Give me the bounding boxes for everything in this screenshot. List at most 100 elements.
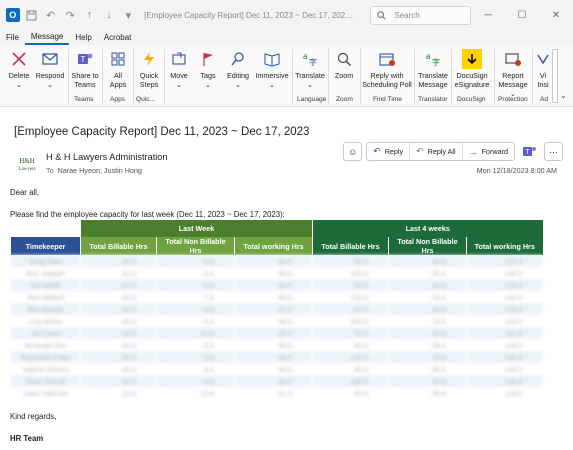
hours-cell: 6.5 xyxy=(156,339,235,351)
close-button[interactable]: ✕ xyxy=(539,0,573,30)
next-item-icon[interactable]: ↓ xyxy=(101,7,116,23)
search-input[interactable]: Search xyxy=(370,5,471,25)
hours-cell: 38.5 xyxy=(234,351,313,363)
viva-insights-button[interactable]: Vi Insi xyxy=(534,49,552,89)
reaction-emoji-icon[interactable]: ☺ xyxy=(343,142,363,161)
quick-steps-label: Quick Steps xyxy=(139,71,159,89)
table-row: Greg Stan 25.0 8.5 33.5 92.0 30.0 122.0 xyxy=(10,255,543,267)
hours-cell: 142.0 xyxy=(466,291,543,303)
zoom-button[interactable]: Zoom xyxy=(332,49,356,80)
hours-cell: 96.0 xyxy=(312,363,389,375)
hours-cell: 122.5 xyxy=(466,315,543,327)
hours-cell: 30.5 xyxy=(388,363,467,375)
hours-cell: 30.0 xyxy=(388,255,467,267)
report-message-button[interactable]: Report Message ⌄ xyxy=(496,49,530,98)
svg-text:Lawyers: Lawyers xyxy=(18,167,35,172)
recipients[interactable]: Narae Hyeon; Justin Hong xyxy=(58,166,142,175)
redo-icon[interactable]: ↷ xyxy=(62,7,77,23)
table-row: Shan Ferrell 30.0 4.5 34.5 108.0 22.0 130.0 xyxy=(10,375,543,387)
col-timekeeper: Timekeeper xyxy=(10,237,81,255)
immersive-button[interactable]: Immersive ⌄ xyxy=(255,49,289,89)
all-apps-button[interactable]: All Apps xyxy=(106,49,130,89)
last-4-weeks-header: Last 4 weeks xyxy=(312,220,543,237)
col-4w-non-billable: Total Non Billable Hrs xyxy=(388,237,467,255)
hours-cell: 31.5 xyxy=(234,387,313,399)
hours-cell: 118.0 xyxy=(466,339,543,351)
group-protection-label: Protection xyxy=(498,96,528,103)
hours-cell: 34.5 xyxy=(234,315,313,327)
forward-button[interactable]: → Forward xyxy=(463,143,514,160)
group-ad-label: Ad xyxy=(540,96,549,103)
translator-icon: a字 xyxy=(423,49,443,69)
teams-share-icon[interactable]: T xyxy=(521,143,538,160)
hours-cell: 120.5 xyxy=(466,303,543,315)
ribbon-scrollbar[interactable] xyxy=(552,49,558,103)
menu-help[interactable]: Help xyxy=(69,30,97,45)
greeting: Dear all, xyxy=(10,188,40,197)
save-icon[interactable] xyxy=(24,7,39,23)
hours-cell: 140.5 xyxy=(466,351,543,363)
apps-grid-icon xyxy=(108,49,128,69)
lightning-icon xyxy=(139,49,159,69)
table-row: Eric Joseph 31.0 4.0 35.0 110.5 20.0 130.5 xyxy=(10,267,543,279)
sender-name[interactable]: H & H Lawyers Administration xyxy=(46,152,168,162)
undo-icon[interactable]: ↶ xyxy=(43,7,58,23)
report-message-label: Report Message xyxy=(498,71,528,89)
col-lw-non-billable: Total Non Billable Hrs xyxy=(156,237,235,255)
hours-cell: 11.0 xyxy=(156,327,235,339)
sender-logo: H&H Lawyers xyxy=(16,154,38,174)
customize-toolbar-icon[interactable]: ▾ xyxy=(121,7,136,23)
tags-button[interactable]: Tags ⌄ xyxy=(198,49,218,89)
hours-cell: 33.0 xyxy=(388,303,467,315)
docusign-icon xyxy=(462,49,482,69)
hours-cell: 25.0 xyxy=(80,255,157,267)
docusign-button[interactable]: DocuSign eSignature xyxy=(453,49,491,89)
hours-cell: 111.0 xyxy=(466,327,543,339)
menu-acrobat[interactable]: Acrobat xyxy=(98,30,138,45)
hours-cell: 19.5 xyxy=(388,315,467,327)
reply-button[interactable]: ↶ Reply xyxy=(367,143,411,160)
translate-message-button[interactable]: a字 Translate Message xyxy=(417,49,449,89)
respond-label: Respond xyxy=(35,71,65,80)
editing-label: Editing xyxy=(227,71,249,80)
reply-with-scheduling-poll-button[interactable]: Reply with Scheduling Poll xyxy=(362,49,412,89)
hours-cell: 103.0 xyxy=(312,315,389,327)
hours-cell: 118.0 xyxy=(466,387,543,399)
editing-button[interactable]: Editing ⌄ xyxy=(226,49,250,89)
window-title: [Employee Capacity Report] Dec 11, 2023 … xyxy=(144,10,356,20)
hours-cell: 28.0 xyxy=(388,339,467,351)
signature: HR Team xyxy=(10,434,44,443)
viva-insights-icon xyxy=(534,49,552,69)
capacity-table: Last Week Last 4 weeks Timekeeper Total … xyxy=(10,220,543,399)
move-button[interactable]: Move ⌄ xyxy=(168,49,190,89)
table-row: Lisa Moon 29.0 5.5 34.5 103.0 19.5 122.5 xyxy=(10,315,543,327)
svg-text:字: 字 xyxy=(309,57,317,67)
forward-icon: → xyxy=(468,146,478,157)
svg-text:a: a xyxy=(426,52,431,61)
move-icon xyxy=(169,49,189,69)
reply-all-button[interactable]: ↶ Reply All xyxy=(410,143,463,160)
maximize-button[interactable]: ☐ xyxy=(505,0,539,30)
previous-item-icon[interactable]: ↑ xyxy=(82,7,97,23)
delete-button[interactable]: Delete ⌄ xyxy=(5,49,33,89)
share-to-teams-button[interactable]: T Share to Teams xyxy=(70,49,100,89)
message-actions: ☺ ↶ Reply ↶ Reply All → Forward T ··· xyxy=(343,142,563,161)
ribbon-collapse-icon[interactable]: ⌄ xyxy=(560,91,567,100)
ribbon: Delete ⌄ Respond ⌄ T Share to Teams Teams … xyxy=(0,45,573,107)
respond-icon xyxy=(40,49,60,69)
quick-steps-button[interactable]: Quick Steps xyxy=(136,49,162,89)
timekeeper-cell: Shan Ferrell xyxy=(10,375,81,387)
table-row: Ben Goode 22.0 9.0 31.0 87.5 33.0 120.5 xyxy=(10,303,543,315)
hours-cell: 26.5 xyxy=(388,279,467,291)
respond-button[interactable]: Respond ⌄ xyxy=(34,49,66,89)
hours-cell: 35.5 xyxy=(80,351,157,363)
hours-cell: 82.0 xyxy=(312,387,389,399)
translate-button[interactable]: a字 Translate ⌄ xyxy=(295,49,325,89)
hours-cell: 35.0 xyxy=(234,267,313,279)
menu-file[interactable]: File xyxy=(0,30,25,45)
closing: Kind regards, xyxy=(10,412,57,421)
more-actions-icon[interactable]: ··· xyxy=(544,142,563,161)
menu-message[interactable]: Message xyxy=(24,30,70,45)
minimize-button[interactable]: ─ xyxy=(471,0,505,30)
svg-text:T: T xyxy=(81,55,86,64)
